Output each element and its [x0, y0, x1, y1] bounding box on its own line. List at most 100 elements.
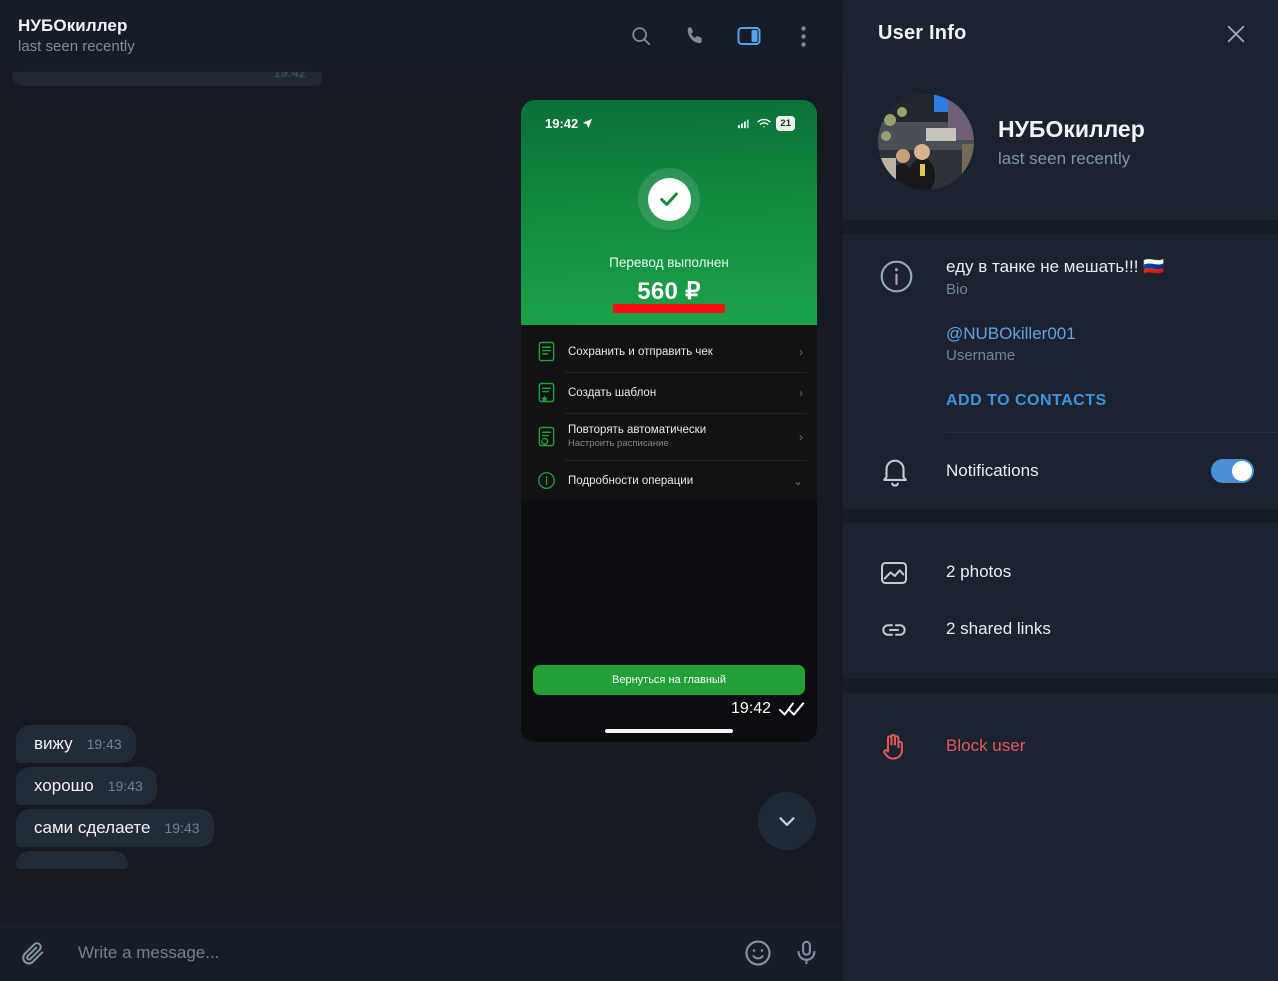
bio-row[interactable]: еду в танке не мешать!!! 🇷🇺 Bio @NUBOkil…	[842, 234, 1278, 432]
info-circle-icon	[880, 260, 913, 293]
user-info-panel: User Info НУБОкиллер last seen recently …	[841, 0, 1278, 981]
attach-button[interactable]	[16, 936, 50, 970]
wifi-icon	[757, 118, 772, 127]
voice-record-button[interactable]	[789, 936, 823, 970]
action-label: Создать шаблон	[568, 386, 657, 399]
block-user-row[interactable]: Block user	[842, 709, 1278, 783]
bio-body: еду в танке не мешать!!! 🇷🇺 Bio @NUBOkil…	[946, 256, 1254, 432]
toggle-info-panel-button[interactable]	[729, 16, 769, 56]
add-to-contacts-button[interactable]: ADD TO CONTACTS	[946, 392, 1254, 432]
action-row-operation-details[interactable]: Подробности операции ⌄	[521, 460, 817, 501]
photos-icon-slot	[878, 555, 946, 589]
message-bubble-partial	[16, 851, 128, 869]
more-options-button[interactable]	[783, 16, 823, 56]
photo-icon	[881, 561, 907, 584]
message-bubble-incoming[interactable]: хорошо 19:43	[16, 767, 157, 805]
chat-title: НУБОкиллер	[18, 16, 128, 35]
username-value[interactable]: @NUBOkiller001	[946, 324, 1254, 344]
chat-header-actions	[621, 16, 823, 56]
action-label: Сохранить и отправить чек	[568, 345, 713, 358]
location-arrow-icon	[583, 118, 593, 128]
notifications-icon-slot	[878, 453, 946, 489]
shared-photos-label: 2 photos	[946, 561, 1012, 581]
transfer-actions-list: Сохранить и отправить чек › Создать шабл…	[521, 325, 817, 501]
status-time: 19:42	[545, 115, 579, 131]
info-panel-icon	[737, 27, 761, 45]
bio-icon-slot	[878, 256, 946, 295]
close-panel-button[interactable]	[1218, 16, 1254, 52]
username-label: Username	[946, 347, 1016, 364]
phone-icon	[687, 27, 702, 44]
shared-media-block: 2 photos 2 shared links	[842, 523, 1278, 679]
block-user-block: Block user	[842, 693, 1278, 783]
bell-icon	[883, 459, 907, 487]
bio-text: еду в танке не мешать!!! 🇷🇺	[946, 257, 1165, 276]
microphone-icon	[797, 940, 815, 965]
avatar[interactable]	[878, 94, 974, 190]
incoming-message-stack: вижу 19:43 хорошо 19:43 сами сделаете 19…	[16, 725, 214, 869]
outgoing-photo-message[interactable]: Перевод выполнен 560 ₽ 19:42 21 Сохранит…	[521, 100, 817, 742]
message-text: хорошо	[34, 776, 94, 795]
profile-summary[interactable]: НУБОкиллер last seen recently	[842, 67, 1278, 220]
bio-label: Bio	[946, 281, 968, 298]
chevron-right-icon: ›	[799, 344, 803, 359]
scroll-to-bottom-button[interactable]	[758, 792, 816, 850]
redaction-bar	[613, 304, 725, 313]
user-info-header: User Info	[842, 0, 1278, 67]
toggle-knob	[1232, 461, 1252, 481]
call-button[interactable]	[675, 16, 715, 56]
battery-indicator: 21	[776, 115, 795, 131]
phone-screenshot: Перевод выполнен 560 ₽ 19:42 21 Сохранит…	[521, 100, 817, 742]
notifications-label: Notifications	[946, 461, 1039, 480]
message-text: сами сделаете	[34, 818, 151, 837]
chat-header-info[interactable]: НУБОкиллер last seen recently	[18, 16, 621, 56]
receipt-icon	[538, 341, 555, 362]
info-circle-icon	[538, 472, 555, 489]
message-bubble-incoming[interactable]: вижу 19:43	[16, 725, 136, 763]
check-circle-icon	[647, 177, 691, 221]
chevron-down-icon: ⌄	[792, 473, 803, 488]
shared-links-label: 2 shared links	[946, 618, 1051, 638]
smiley-icon	[745, 939, 771, 966]
transfer-caption: Перевод выполнен	[609, 255, 729, 270]
action-row-create-template[interactable]: Создать шаблон ›	[521, 372, 817, 413]
shared-photos-row[interactable]: 2 photos	[842, 543, 1278, 600]
double-check-icon	[779, 702, 805, 716]
action-row-save-receipt[interactable]: Сохранить и отправить чек ›	[521, 331, 817, 372]
template-star-icon	[538, 382, 555, 403]
chat-header: НУБОкиллер last seen recently	[0, 0, 841, 72]
cellular-icon	[738, 119, 750, 128]
details-block: еду в танке не мешать!!! 🇷🇺 Bio @NUBOkil…	[842, 234, 1278, 509]
notifications-toggle[interactable]	[1211, 459, 1254, 483]
block-hand-icon	[883, 733, 903, 760]
block-icon-slot	[878, 729, 946, 763]
more-vertical-icon	[800, 25, 806, 47]
link-icon	[882, 623, 906, 636]
chat-pane: 19:42 Перевод выполнен 560 ₽ 19:42 21 Со…	[0, 0, 841, 981]
message-time: 19:43	[86, 736, 122, 752]
section-divider	[842, 509, 1278, 523]
message-time: 19:43	[107, 778, 143, 794]
chat-subtitle: last seen recently	[18, 38, 135, 55]
telegram-window: 19:42 Перевод выполнен 560 ₽ 19:42 21 Со…	[0, 0, 1278, 981]
chevron-down-icon	[779, 817, 795, 826]
shared-links-row[interactable]: 2 shared links	[842, 600, 1278, 657]
message-input[interactable]: Write a message...	[64, 943, 727, 963]
return-home-button[interactable]: Вернуться на главный	[533, 665, 805, 695]
message-bubble-incoming[interactable]: сами сделаете 19:43	[16, 809, 214, 847]
search-button[interactable]	[621, 16, 661, 56]
paperclip-icon	[22, 941, 44, 964]
chevron-right-icon: ›	[799, 429, 803, 444]
profile-texts: НУБОкиллер last seen recently	[998, 116, 1145, 169]
message-list[interactable]: 19:42 Перевод выполнен 560 ₽ 19:42 21 Со…	[0, 0, 841, 923]
repeat-schedule-icon	[538, 426, 555, 447]
avatar-photo	[878, 94, 974, 190]
action-row-repeat-auto[interactable]: Повторять автоматически Настроить распис…	[521, 413, 817, 460]
search-icon	[632, 27, 651, 46]
phone-status-bar: 19:42 21	[521, 100, 817, 138]
home-indicator	[605, 729, 733, 733]
notifications-row[interactable]: Notifications	[842, 433, 1278, 509]
user-info-title: User Info	[878, 22, 967, 44]
links-icon-slot	[878, 612, 946, 646]
emoji-button[interactable]	[741, 936, 775, 970]
